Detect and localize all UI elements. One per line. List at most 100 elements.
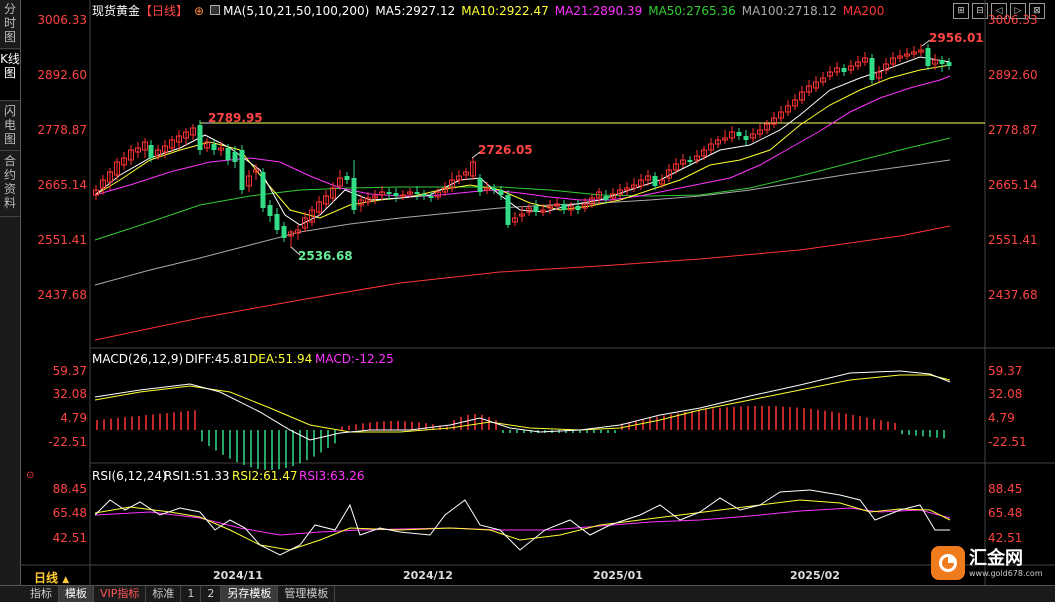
candle-body [400, 194, 406, 197]
macd-tick: 32.08 [53, 387, 87, 401]
candle-body [239, 150, 245, 190]
candle-body [232, 152, 238, 162]
macd-tick: 32.08 [988, 387, 1022, 401]
price-tick: 2437.68 [988, 288, 1038, 302]
date-tick: 2024/11 [213, 569, 263, 582]
candle-body [274, 214, 280, 230]
rsi-tick: 88.45 [53, 482, 87, 496]
candle-body [197, 125, 203, 150]
candle-body [386, 192, 392, 194]
candle-body [533, 206, 539, 212]
candle-body [575, 206, 581, 210]
tab-vip-indicators[interactable]: VIP指标 [94, 586, 147, 602]
logo-name: 汇金网 [969, 547, 1023, 569]
price-tick: 2665.14 [37, 178, 87, 192]
candle-body [939, 60, 945, 64]
rsi-tick: 65.48 [53, 506, 87, 520]
tab-standard[interactable]: 标准 [146, 586, 182, 602]
candle-body [260, 172, 266, 208]
ma100-line [94, 159, 951, 286]
price-axis-right: 3006.33 2892.60 2778.87 2665.14 2551.41 … [988, 13, 1038, 302]
price-tick: 2437.68 [37, 288, 87, 302]
ma200-line [94, 225, 951, 341]
candle-body [498, 190, 504, 195]
tab-template-2[interactable]: 2 [201, 586, 222, 602]
annotation-high-dec: 2726.05 [478, 143, 533, 157]
candle-body [477, 178, 483, 192]
macd-diff: DIFF:45.81 [185, 352, 249, 366]
date-axis: 2024/11 2024/12 2025/01 2025/02 [213, 569, 840, 582]
rsi3-value: RSI3:63.26 [299, 469, 365, 483]
candle-body [225, 148, 231, 160]
chart-canvas[interactable]: 3006.33 2892.60 2778.87 2665.14 2551.41 … [0, 0, 1055, 585]
logo-url: www.gold678.com [969, 568, 1043, 578]
price-tick: 2551.41 [37, 233, 87, 247]
candle-body [428, 196, 434, 198]
rsi-axis-right: 88.45 65.48 42.51 [988, 482, 1022, 545]
date-tick: 2025/02 [790, 569, 840, 582]
rsi1-line [94, 489, 950, 556]
candle-body [603, 196, 609, 200]
macd-label: MACD(26,12,9) [92, 352, 183, 366]
rsi2-value: RSI2:61.47 [232, 469, 298, 483]
annotation-high-feb: 2956.01 [929, 31, 984, 45]
rsi-legend: RSI(6,12,24) RSI1:51.33 RSI2:61.47 RSI3:… [92, 469, 365, 483]
candle-body [743, 136, 749, 140]
candle-body [414, 192, 420, 194]
candle-body [736, 132, 742, 136]
candle-body [351, 178, 357, 210]
brand-logo: 汇金网 www.gold678.com [931, 543, 1049, 583]
candle-body [946, 62, 952, 66]
save-template-button[interactable]: 另存模板 [221, 586, 279, 602]
macd-value: MACD:-12.25 [315, 352, 394, 366]
rsi-label: RSI(6,12,24) [92, 469, 167, 483]
macd-tick: -22.51 [48, 435, 87, 449]
dropdown-arrow-icon[interactable]: ▲ [62, 575, 69, 585]
candle-body [281, 226, 287, 238]
rsi-settings-icon[interactable]: ⊙ [26, 470, 34, 481]
macd-tick: 59.37 [53, 364, 87, 378]
price-tick: 3006.33 [988, 13, 1038, 27]
candle-body [841, 68, 847, 72]
candle-body [148, 145, 154, 158]
candle-body [687, 160, 693, 162]
rsi-tick: 88.45 [988, 482, 1022, 496]
price-tick: 3006.33 [37, 13, 87, 27]
rsi-axis-left: 88.45 65.48 42.51 [53, 482, 87, 545]
macd-tick: 59.37 [988, 364, 1022, 378]
candle-body [561, 204, 567, 210]
candle-body [491, 188, 497, 190]
manage-templates-button[interactable]: 管理模板 [278, 586, 336, 602]
candle-body [925, 48, 931, 66]
date-tick: 2024/12 [403, 569, 453, 582]
price-tick: 2778.87 [37, 123, 87, 137]
logo-icon [931, 546, 965, 580]
macd-axis-left: 59.37 32.08 4.79 -22.51 [48, 364, 87, 449]
macd-axis-right: 59.37 32.08 4.79 -22.51 [988, 364, 1027, 449]
macd-histogram [96, 406, 945, 470]
macd-dea-line [94, 374, 951, 433]
macd-legend: MACD(26,12,9) DIFF:45.81 DEA:51.94 MACD:… [92, 352, 394, 366]
rsi3-line [94, 507, 951, 536]
price-tick: 2551.41 [988, 233, 1038, 247]
price-tick: 2892.60 [988, 68, 1038, 82]
period-label: 日线 [34, 571, 59, 585]
tab-templates[interactable]: 模板 [59, 586, 94, 602]
price-tick: 2665.14 [988, 178, 1038, 192]
candle-body [869, 58, 875, 80]
rsi-tick: 42.51 [53, 531, 87, 545]
macd-dea: DEA:51.94 [249, 352, 312, 366]
tab-indicators[interactable]: 指标 [24, 586, 59, 602]
candle-body [267, 205, 273, 216]
rsi-tick: 65.48 [988, 506, 1022, 520]
ma10-line [94, 64, 951, 219]
date-tick: 2025/01 [593, 569, 643, 582]
candle-body [211, 144, 217, 150]
candle-body [505, 195, 511, 225]
annotation-high-nov: 2789.95 [208, 111, 263, 125]
period-selector[interactable]: 日线 ▲ [34, 569, 69, 586]
tab-template-1[interactable]: 1 [181, 586, 202, 602]
candle-body [421, 194, 427, 196]
bottom-toolbar: 指标 模板 VIP指标 标准 1 2 另存模板 管理模板 [0, 585, 1055, 602]
macd-tick: 4.79 [60, 411, 87, 425]
